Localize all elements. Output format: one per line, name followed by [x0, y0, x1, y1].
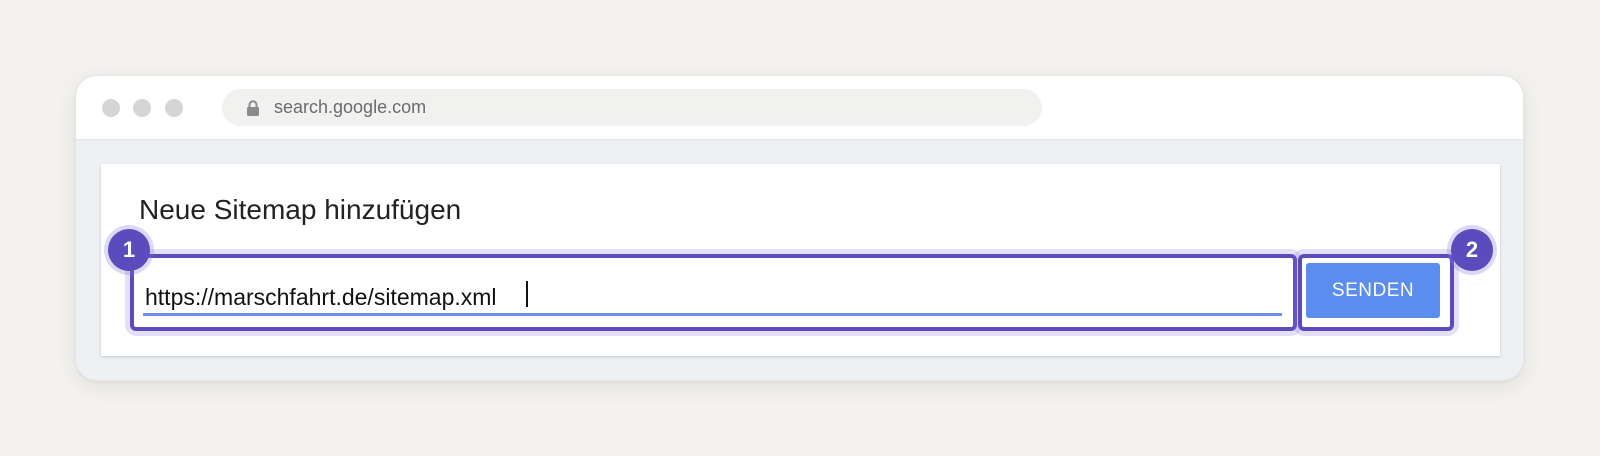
lock-icon	[247, 100, 259, 116]
card-title: Neue Sitemap hinzufügen	[139, 194, 462, 225]
step-badge-2: 2	[1451, 229, 1493, 271]
sitemap-url-input[interactable]	[145, 278, 1280, 316]
add-sitemap-card: Neue Sitemap hinzufügen SENDEN	[101, 164, 1500, 356]
window-close-dot[interactable]	[102, 99, 120, 117]
send-button[interactable]: SENDEN	[1306, 263, 1440, 318]
window-maximize-dot[interactable]	[165, 99, 183, 117]
address-bar[interactable]: search.google.com	[222, 89, 1042, 126]
address-bar-url: search.google.com	[274, 97, 427, 117]
input-underline	[143, 313, 1282, 316]
step-badge-1: 1	[108, 229, 150, 271]
browser-window: search.google.com Neue Sitemap hinzufüge…	[75, 75, 1524, 381]
window-minimize-dot[interactable]	[133, 99, 151, 117]
text-cursor	[526, 281, 528, 307]
browser-titlebar: search.google.com	[76, 76, 1523, 140]
